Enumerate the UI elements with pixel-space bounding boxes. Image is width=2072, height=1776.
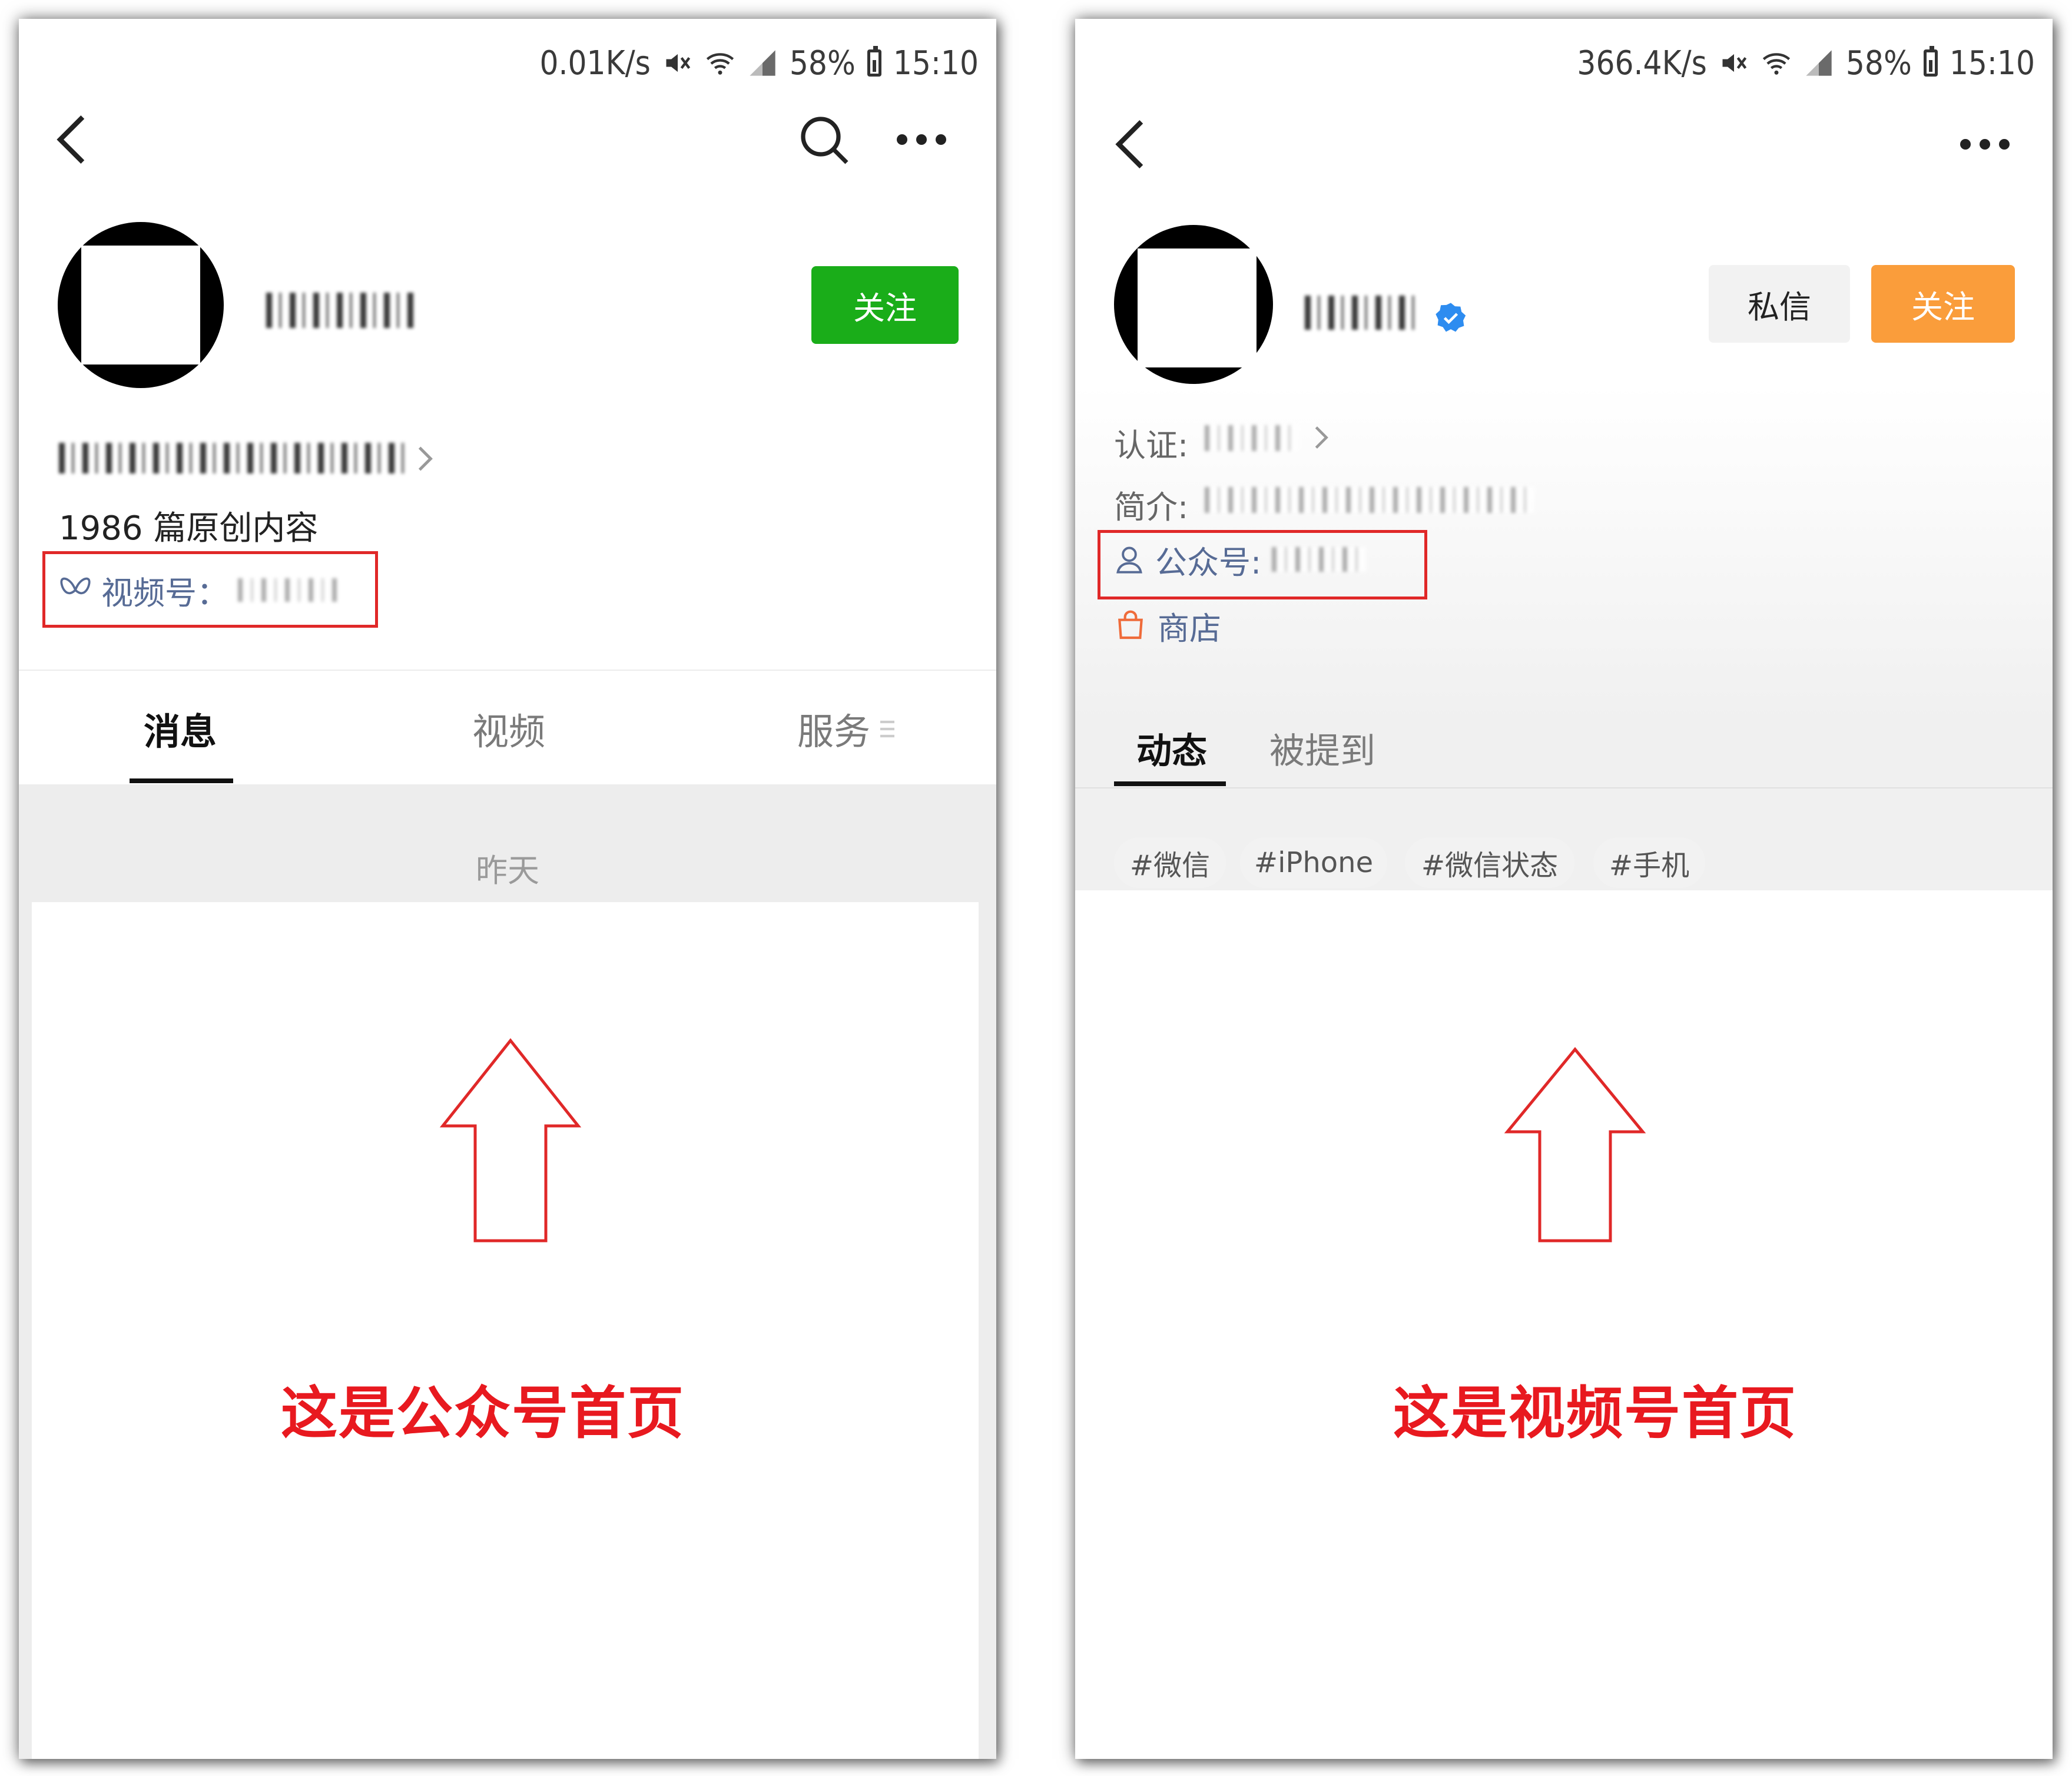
private-message-button[interactable]: 私信 bbox=[1709, 265, 1850, 343]
highlight-box bbox=[42, 551, 378, 628]
caption-channels-home: 这是视频号首页 bbox=[1393, 1380, 1797, 1446]
battery-percent: 58% bbox=[1845, 44, 1912, 82]
signal-icon bbox=[1806, 50, 1832, 76]
shop-bag-icon bbox=[1118, 610, 1143, 640]
back-arrow-icon[interactable] bbox=[1110, 118, 1152, 171]
date-label: 昨天 bbox=[476, 852, 539, 889]
certification-redacted bbox=[1205, 425, 1299, 451]
side-margin-left bbox=[19, 902, 32, 1759]
network-speed: 366.4K/s bbox=[1577, 44, 1707, 82]
account-bio-redacted bbox=[59, 443, 412, 473]
highlight-box bbox=[1098, 530, 1427, 599]
back-arrow-icon[interactable] bbox=[52, 113, 93, 166]
up-arrow-annotation bbox=[1504, 1047, 1646, 1242]
side-margin-right bbox=[979, 902, 996, 1759]
active-tab-indicator bbox=[1114, 781, 1226, 786]
network-speed: 0.01K/s bbox=[539, 44, 651, 82]
avatar[interactable] bbox=[58, 222, 224, 388]
status-bar: 0.01K/s 58% 15:10 bbox=[539, 42, 979, 84]
follow-button[interactable]: 关注 bbox=[1871, 265, 2015, 343]
search-icon[interactable] bbox=[796, 112, 853, 168]
divider bbox=[19, 670, 996, 671]
clock: 15:10 bbox=[893, 44, 979, 82]
more-icon[interactable] bbox=[1958, 135, 2011, 153]
active-tab-indicator bbox=[130, 778, 233, 783]
chevron-right-icon[interactable] bbox=[1311, 424, 1332, 451]
tab-videos[interactable]: 视频 bbox=[472, 702, 545, 755]
tab-services[interactable]: 服务 bbox=[797, 702, 870, 755]
account-name-redacted bbox=[266, 293, 413, 328]
mute-icon bbox=[666, 54, 691, 72]
mute-icon bbox=[1722, 54, 1747, 72]
shop-link[interactable]: 商店 bbox=[1114, 602, 1221, 649]
wifi-icon bbox=[1762, 53, 1790, 75]
signal-icon bbox=[750, 50, 775, 76]
up-arrow-annotation bbox=[439, 1038, 582, 1242]
menu-lines-icon bbox=[880, 720, 894, 738]
battery-icon bbox=[867, 46, 881, 77]
original-article-count: 1986 篇原创内容 bbox=[59, 509, 319, 548]
tag-item[interactable]: #微信状态 bbox=[1405, 837, 1574, 888]
shop-label: 商店 bbox=[1158, 609, 1221, 647]
official-account-screen: 0.01K/s 58% 15:10 关注 1986 篇原创内容 视频号： 消息 … bbox=[19, 19, 996, 1759]
tag-item[interactable]: #微信 bbox=[1114, 837, 1226, 888]
verified-badge-icon bbox=[1436, 303, 1466, 332]
tag-item[interactable]: #手机 bbox=[1593, 837, 1705, 888]
battery-percent: 58% bbox=[789, 44, 856, 82]
certification-label: 认证: bbox=[1114, 427, 1189, 464]
intro-label: 简介: bbox=[1114, 489, 1189, 526]
tab-messages[interactable]: 消息 bbox=[144, 702, 217, 755]
more-icon[interactable] bbox=[895, 131, 948, 148]
account-name-redacted bbox=[1305, 296, 1423, 330]
avatar[interactable] bbox=[1114, 225, 1273, 384]
status-bar: 366.4K/s 58% 15:10 bbox=[1577, 42, 2035, 84]
divider bbox=[1075, 787, 2053, 788]
channels-screen: 366.4K/s 58% 15:10 私信 关注 认证: 简介: 公众号: 商店… bbox=[1075, 19, 2053, 1759]
clock: 15:10 bbox=[1949, 44, 2035, 82]
battery-icon bbox=[1923, 46, 1938, 77]
chevron-right-icon[interactable] bbox=[413, 444, 437, 473]
intro-redacted bbox=[1205, 487, 1534, 513]
tab-mentioned[interactable]: 被提到 bbox=[1269, 723, 1375, 774]
follow-button[interactable]: 关注 bbox=[811, 266, 959, 344]
tag-item[interactable]: #iPhone bbox=[1240, 837, 1387, 888]
caption-official-account-home: 这是公众号首页 bbox=[281, 1380, 685, 1446]
tab-moments[interactable]: 动态 bbox=[1136, 723, 1207, 774]
wifi-icon bbox=[706, 53, 734, 75]
